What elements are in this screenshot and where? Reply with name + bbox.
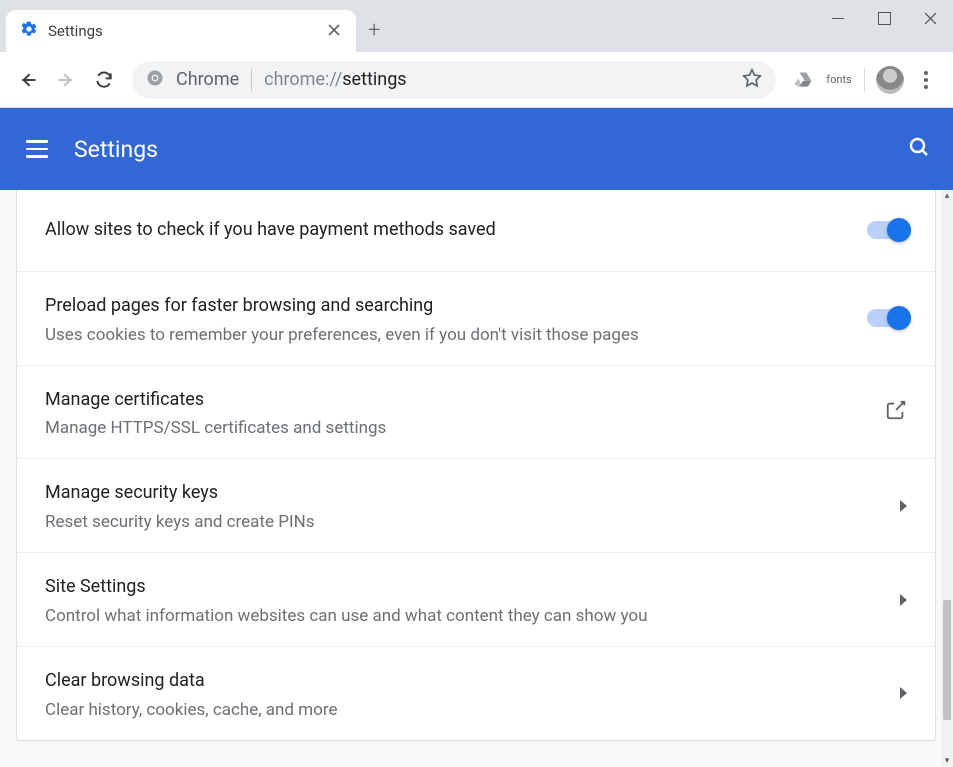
chevron-right-icon [900, 500, 907, 512]
row-title: Preload pages for faster browsing and se… [45, 292, 851, 321]
row-title: Site Settings [45, 573, 884, 602]
chevron-right-icon [900, 594, 907, 606]
back-button[interactable] [10, 62, 46, 98]
omnibox-chrome-label: Chrome [176, 69, 239, 90]
tab-title: Settings [48, 22, 324, 40]
scroll-down-icon[interactable]: ▾ [941, 755, 953, 767]
window-close-button[interactable] [907, 0, 953, 36]
drive-extension-icon[interactable] [786, 63, 820, 97]
tab-close-button[interactable] [324, 18, 344, 44]
scrollbar[interactable]: ▴ ▾ [941, 190, 953, 767]
fonts-extension-button[interactable]: fonts [822, 63, 856, 97]
content-area: Allow sites to check if you have payment… [0, 190, 953, 767]
new-tab-button[interactable]: + [368, 18, 380, 43]
settings-panel: Allow sites to check if you have payment… [16, 190, 936, 741]
scroll-up-icon[interactable]: ▴ [941, 190, 953, 202]
row-title: Manage security keys [45, 479, 884, 508]
forward-button[interactable] [48, 62, 84, 98]
row-site-settings[interactable]: Site Settings Control what information w… [17, 552, 935, 646]
chevron-right-icon [900, 687, 907, 699]
address-bar[interactable]: Chrome chrome://settings [132, 61, 776, 99]
toggle-preload-pages[interactable] [867, 309, 907, 327]
row-clear-browsing-data[interactable]: Clear browsing data Clear history, cooki… [17, 646, 935, 740]
row-title: Allow sites to check if you have payment… [45, 216, 851, 245]
window-controls [815, 0, 953, 36]
external-link-icon [885, 399, 907, 425]
scroll-thumb[interactable] [943, 600, 951, 720]
browser-tab[interactable]: Settings [6, 10, 356, 52]
row-title: Clear browsing data [45, 667, 884, 696]
menu-button[interactable] [22, 136, 52, 162]
bookmark-star-icon[interactable] [742, 68, 762, 92]
chrome-menu-button[interactable] [909, 63, 943, 97]
row-manage-security-keys[interactable]: Manage security keys Reset security keys… [17, 458, 935, 552]
row-preload-pages[interactable]: Preload pages for faster browsing and se… [17, 271, 935, 365]
row-subtitle: Uses cookies to remember your preference… [45, 325, 851, 345]
row-subtitle: Control what information websites can us… [45, 606, 884, 626]
window-minimize-button[interactable] [815, 0, 861, 36]
toolbar-separator [864, 68, 865, 92]
profile-avatar[interactable] [873, 63, 907, 97]
row-payment-check[interactable]: Allow sites to check if you have payment… [17, 190, 935, 271]
page-title: Settings [74, 136, 158, 163]
row-subtitle: Clear history, cookies, cache, and more [45, 700, 884, 720]
toggle-payment-check[interactable] [867, 221, 907, 239]
browser-toolbar: Chrome chrome://settings fonts [0, 52, 953, 108]
omnibox-url: chrome://settings [264, 69, 406, 90]
row-subtitle: Reset security keys and create PINs [45, 512, 884, 532]
settings-header: Settings [0, 108, 953, 190]
reload-button[interactable] [86, 62, 122, 98]
row-manage-certificates[interactable]: Manage certificates Manage HTTPS/SSL cer… [17, 365, 935, 459]
chrome-icon [146, 69, 164, 91]
search-button[interactable] [907, 135, 931, 163]
omnibox-separator [251, 69, 252, 91]
row-title: Manage certificates [45, 386, 869, 415]
row-subtitle: Manage HTTPS/SSL certificates and settin… [45, 418, 869, 438]
window-maximize-button[interactable] [861, 0, 907, 36]
titlebar: Settings + [0, 0, 953, 52]
gear-icon [20, 20, 38, 42]
